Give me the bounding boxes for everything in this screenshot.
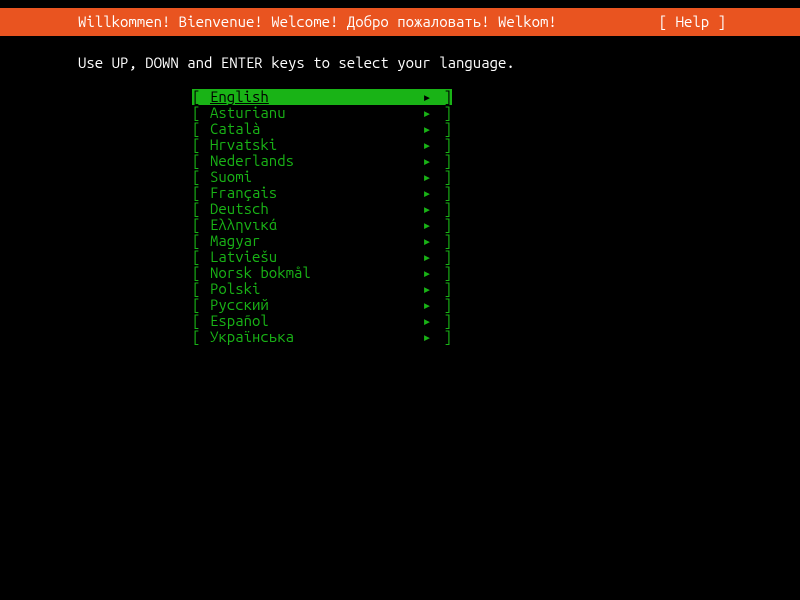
- language-name: Español: [210, 313, 420, 329]
- bracket-right: ]: [434, 121, 452, 137]
- language-item[interactable]: [ Deutsch▸ ]: [192, 201, 452, 217]
- language-item[interactable]: [ Ελληνικά▸ ]: [192, 217, 452, 233]
- submenu-arrow-icon: ▸: [420, 217, 434, 233]
- submenu-arrow-icon: ▸: [420, 121, 434, 137]
- language-item[interactable]: [ Français▸ ]: [192, 185, 452, 201]
- language-name: Latviešu: [210, 249, 420, 265]
- language-name: Русский: [210, 297, 420, 313]
- language-name: Hrvatski: [210, 137, 420, 153]
- bracket-left: [: [192, 153, 210, 169]
- language-item[interactable]: [ Suomi▸ ]: [192, 169, 452, 185]
- submenu-arrow-icon: ▸: [420, 169, 434, 185]
- bracket-right: ]: [434, 281, 452, 297]
- language-name: Polski: [210, 281, 420, 297]
- bracket-left: [: [192, 201, 210, 217]
- submenu-arrow-icon: ▸: [420, 281, 434, 297]
- language-item[interactable]: [ Українська▸ ]: [192, 329, 452, 345]
- submenu-arrow-icon: ▸: [420, 249, 434, 265]
- bracket-left: [: [192, 297, 210, 313]
- language-item[interactable]: [ Русский▸ ]: [192, 297, 452, 313]
- submenu-arrow-icon: ▸: [420, 89, 434, 105]
- bracket-left: [: [192, 137, 210, 153]
- bracket-right: ]: [434, 153, 452, 169]
- language-item[interactable]: [ Polski▸ ]: [192, 281, 452, 297]
- submenu-arrow-icon: ▸: [420, 329, 434, 345]
- language-list[interactable]: [ English▸ ][ Asturianu▸ ][ Català▸ ][ H…: [192, 89, 452, 345]
- bracket-left: [: [192, 217, 210, 233]
- header-bar: Willkommen! Bienvenue! Welcome! Добро по…: [0, 8, 800, 36]
- language-name: Deutsch: [210, 201, 420, 217]
- bracket-right: ]: [434, 201, 452, 217]
- language-name: Magyar: [210, 233, 420, 249]
- bracket-left: [: [192, 313, 210, 329]
- bracket-right: ]: [434, 89, 452, 105]
- bracket-right: ]: [434, 185, 452, 201]
- bracket-right: ]: [434, 137, 452, 153]
- language-item[interactable]: [ Català▸ ]: [192, 121, 452, 137]
- bracket-left: [: [192, 265, 210, 281]
- bracket-right: ]: [434, 265, 452, 281]
- bracket-right: ]: [434, 313, 452, 329]
- bracket-left: [: [192, 89, 210, 105]
- bracket-right: ]: [434, 105, 452, 121]
- language-name: Ελληνικά: [210, 217, 420, 233]
- bracket-right: ]: [434, 329, 452, 345]
- bracket-left: [: [192, 169, 210, 185]
- language-item[interactable]: [ Latviešu▸ ]: [192, 249, 452, 265]
- bracket-left: [: [192, 121, 210, 137]
- bracket-left: [: [192, 281, 210, 297]
- submenu-arrow-icon: ▸: [420, 265, 434, 281]
- language-item[interactable]: [ Hrvatski▸ ]: [192, 137, 452, 153]
- bracket-right: ]: [434, 249, 452, 265]
- bracket-left: [: [192, 185, 210, 201]
- language-item[interactable]: [ Magyar▸ ]: [192, 233, 452, 249]
- bracket-right: ]: [434, 233, 452, 249]
- submenu-arrow-icon: ▸: [420, 297, 434, 313]
- bracket-left: [: [192, 249, 210, 265]
- instruction-text: Use UP, DOWN and ENTER keys to select yo…: [0, 46, 800, 71]
- bracket-right: ]: [434, 169, 452, 185]
- submenu-arrow-icon: ▸: [420, 153, 434, 169]
- language-item[interactable]: [ Español▸ ]: [192, 313, 452, 329]
- language-name: Français: [210, 185, 420, 201]
- submenu-arrow-icon: ▸: [420, 185, 434, 201]
- language-name: English: [210, 89, 420, 105]
- language-name: Українська: [210, 329, 420, 345]
- submenu-arrow-icon: ▸: [420, 105, 434, 121]
- bracket-right: ]: [434, 217, 452, 233]
- language-item[interactable]: [ Norsk bokmål▸ ]: [192, 265, 452, 281]
- language-name: Norsk bokmål: [210, 265, 420, 281]
- language-item[interactable]: [ Nederlands▸ ]: [192, 153, 452, 169]
- bracket-left: [: [192, 233, 210, 249]
- help-button[interactable]: [ Help ]: [659, 8, 788, 36]
- language-name: Asturianu: [210, 105, 420, 121]
- submenu-arrow-icon: ▸: [420, 233, 434, 249]
- bracket-right: ]: [434, 297, 452, 313]
- submenu-arrow-icon: ▸: [420, 137, 434, 153]
- language-name: Suomi: [210, 169, 420, 185]
- submenu-arrow-icon: ▸: [420, 201, 434, 217]
- language-name: Nederlands: [210, 153, 420, 169]
- language-item[interactable]: [ English▸ ]: [192, 89, 452, 105]
- language-item[interactable]: [ Asturianu▸ ]: [192, 105, 452, 121]
- language-name: Català: [210, 121, 420, 137]
- welcome-text: Willkommen! Bienvenue! Welcome! Добро по…: [0, 8, 557, 36]
- bracket-left: [: [192, 329, 210, 345]
- bracket-left: [: [192, 105, 210, 121]
- submenu-arrow-icon: ▸: [420, 313, 434, 329]
